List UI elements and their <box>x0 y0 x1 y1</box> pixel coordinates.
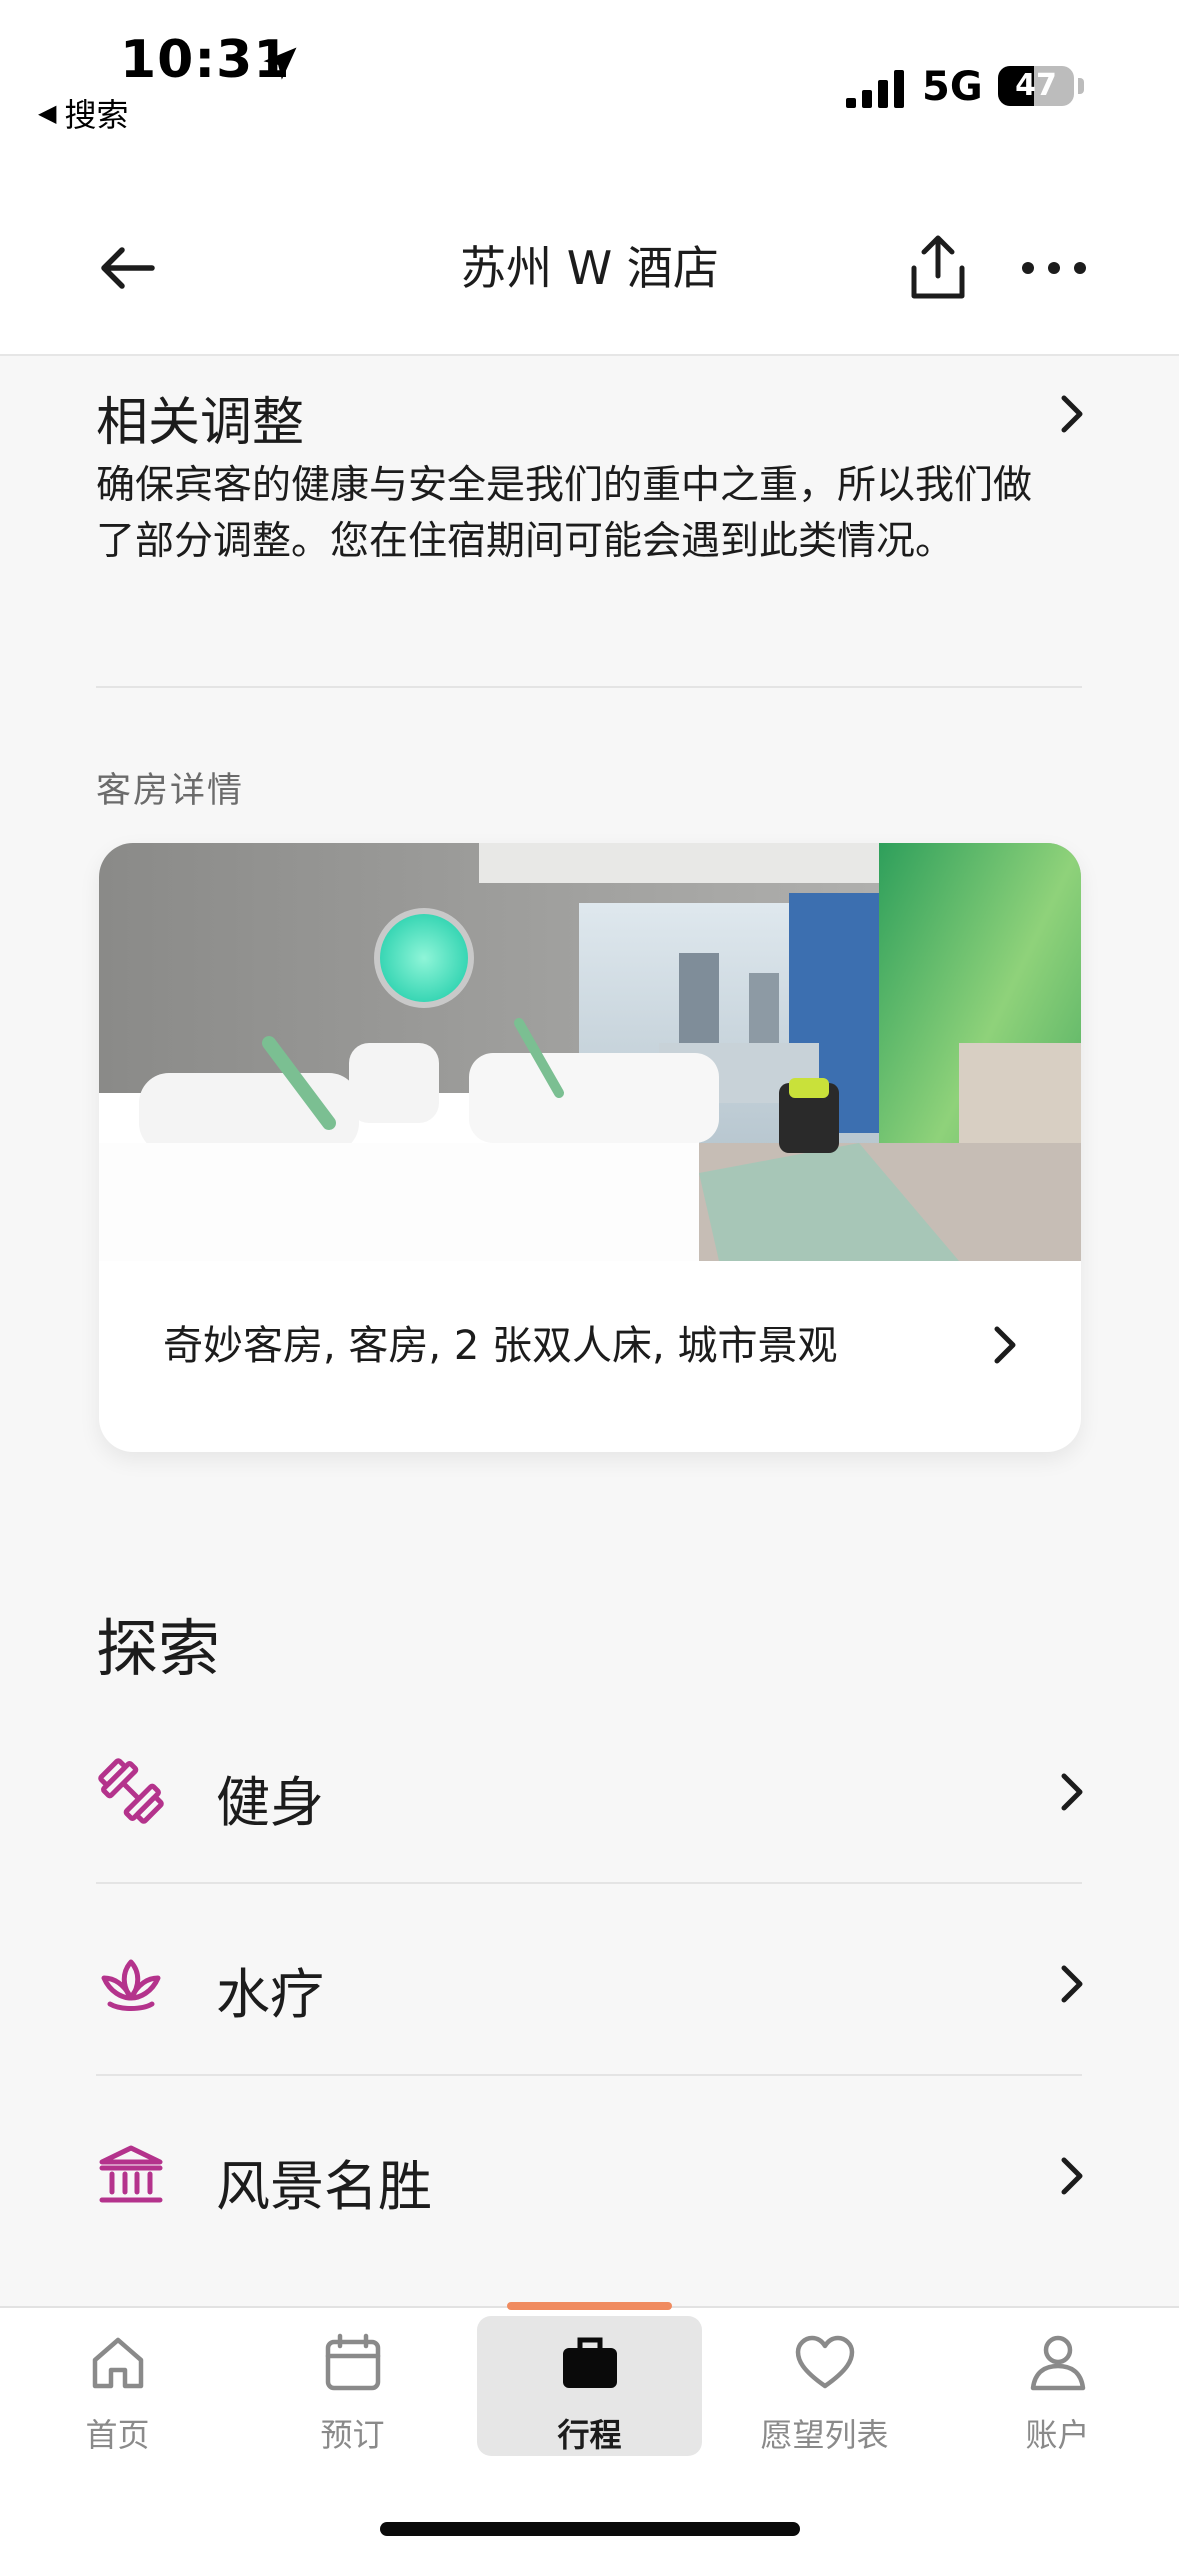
status-bar: 10:31 ◀ 搜索 5G 47 <box>0 0 1179 190</box>
battery-nub <box>1078 78 1084 94</box>
room-details-label: 客房详情 <box>96 771 245 811</box>
adjustments-description: 确保宾客的健康与安全是我们的重中之重，所以我们做了部分调整。您在住宿期间可能会遇… <box>96 463 1033 564</box>
explore-item-label: 水疗 <box>216 1963 324 2026</box>
tab-account[interactable]: 账户 <box>945 2308 1170 2458</box>
dumbbell-icon <box>98 1758 164 1824</box>
tab-bar: 首页 预订 行程 愿望列表 账户 <box>0 2302 1179 2556</box>
tab-home[interactable]: 首页 <box>5 2308 230 2458</box>
chevron-right-icon[interactable] <box>1052 2152 1092 2200</box>
active-tab-indicator <box>507 2302 672 2310</box>
section-divider <box>96 1882 1082 1884</box>
share-icon[interactable] <box>906 232 970 302</box>
chevron-right-icon[interactable] <box>985 1321 1025 1369</box>
signal-icon <box>846 70 904 108</box>
explore-item-spa[interactable]: 水疗 <box>96 1926 1083 2036</box>
adjustments-title[interactable]: 相关调整 <box>96 380 304 455</box>
back-to-search-link[interactable]: ◀ 搜索 <box>38 90 128 136</box>
briefcase-icon <box>563 2337 617 2388</box>
tab-label: 愿望列表 <box>760 2416 889 2454</box>
tab-label: 行程 <box>557 2416 622 2454</box>
network-type: 5G <box>922 64 983 110</box>
location-arrow-icon <box>263 47 297 80</box>
more-options-icon[interactable] <box>1018 246 1090 290</box>
tab-wishlist[interactable]: 愿望列表 <box>712 2308 937 2458</box>
explore-title: 探索 <box>96 1612 221 1685</box>
tab-label: 账户 <box>1025 2416 1090 2454</box>
chevron-right-icon[interactable] <box>1052 1768 1092 1816</box>
tab-label: 首页 <box>85 2416 150 2454</box>
home-indicator[interactable] <box>380 2522 800 2536</box>
explore-item-label: 风景名胜 <box>216 2155 432 2218</box>
landmark-icon <box>99 2145 163 2203</box>
tab-label: 预订 <box>320 2416 385 2454</box>
section-divider <box>96 2074 1082 2076</box>
room-description: 奇妙客房, 客房, 2 张双人床, 城市景观 <box>163 1323 838 1369</box>
heart-icon <box>795 2335 855 2389</box>
lotus-icon <box>101 1959 161 2011</box>
home-icon <box>92 2337 144 2389</box>
explore-item-landmarks[interactable]: 风景名胜 <box>96 2118 1083 2228</box>
battery-percent: 47 <box>1015 68 1057 103</box>
chevron-right-icon[interactable] <box>1052 390 1092 438</box>
app-header: 苏州 W 酒店 <box>0 190 1179 356</box>
room-photo <box>99 843 1081 1261</box>
back-app-label: 搜索 <box>64 96 129 134</box>
chevron-right-icon[interactable] <box>1052 1960 1092 2008</box>
page-title: 苏州 W 酒店 <box>460 241 719 295</box>
person-icon <box>1030 2335 1086 2391</box>
room-card[interactable]: 奇妙客房, 客房, 2 张双人床, 城市景观 <box>99 843 1081 1452</box>
section-divider <box>96 686 1082 688</box>
calendar-icon <box>325 2333 381 2391</box>
back-triangle-icon: ◀ <box>38 99 57 127</box>
explore-item-label: 健身 <box>216 1771 324 1834</box>
tab-bookings[interactable]: 预订 <box>240 2308 465 2458</box>
tab-trips[interactable]: 行程 <box>477 2302 702 2458</box>
explore-item-fitness[interactable]: 健身 <box>96 1734 1083 1844</box>
battery-icon: 47 <box>998 66 1074 106</box>
